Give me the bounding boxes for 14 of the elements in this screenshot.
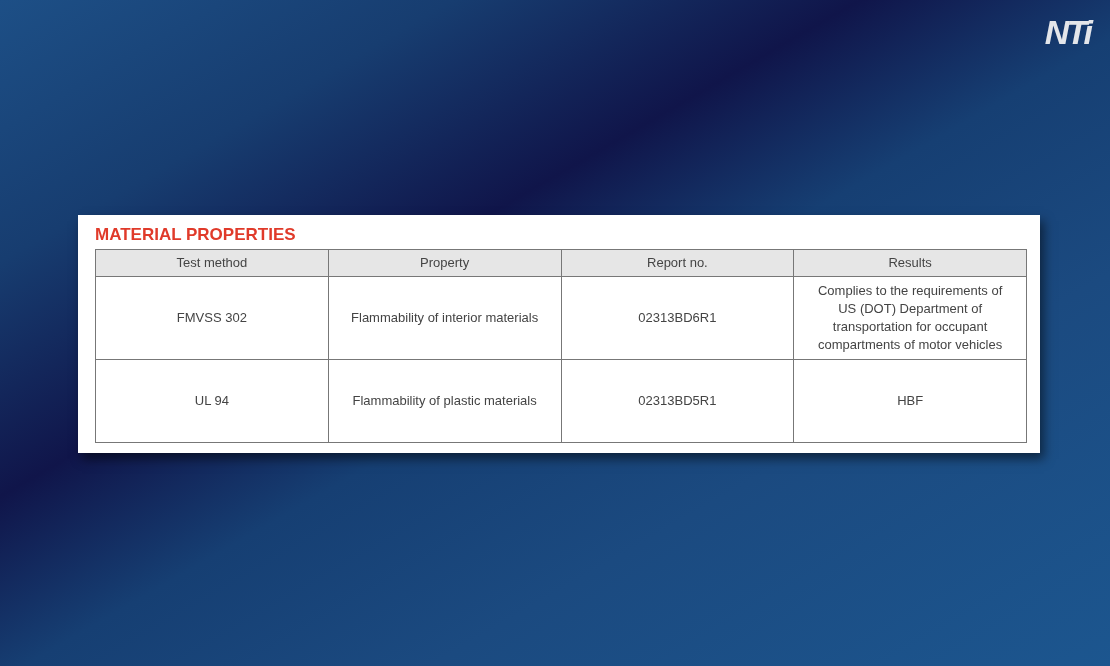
- table-cell: Flammability of interior materials: [328, 276, 561, 360]
- table-cell: Complies to the requirements of US (DOT) Department of transportation for occupant compartments of motor vehicles: [793, 276, 1027, 360]
- table-cell: FMVSS 302: [95, 276, 329, 360]
- table-cell: 02313BD5R1: [561, 359, 794, 443]
- column-header: Results: [793, 249, 1027, 277]
- column-header: Report no.: [561, 249, 794, 277]
- logo: NTi: [1044, 12, 1090, 52]
- column-header: Test method: [95, 249, 329, 277]
- table-cell: UL 94: [95, 359, 329, 443]
- table-cell: Flammability of plastic materials: [328, 359, 561, 443]
- section-title: MATERIAL PROPERTIES: [95, 224, 297, 246]
- column-header: Property: [328, 249, 561, 277]
- table-cell: 02313BD6R1: [561, 276, 794, 360]
- table-cell: HBF: [793, 359, 1027, 443]
